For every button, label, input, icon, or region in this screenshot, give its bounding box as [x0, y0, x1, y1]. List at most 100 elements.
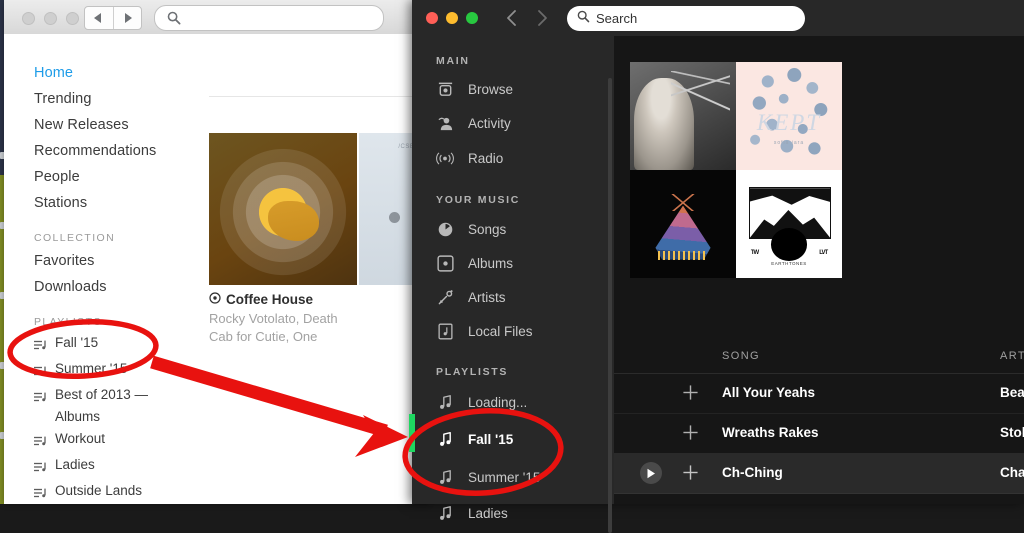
activity-icon	[436, 114, 454, 132]
spotify-search-placeholder: Search	[596, 11, 638, 26]
sidebar-playlist-summer15[interactable]: Summer '15	[34, 358, 209, 384]
close-button[interactable]	[426, 12, 438, 24]
spotify-playlist-label: Ladies	[468, 505, 508, 521]
spotify-search-input[interactable]: Search	[567, 6, 805, 31]
sidebar-scrollbar[interactable]	[608, 78, 612, 533]
featured-album-art[interactable]	[209, 133, 357, 285]
sidebar-item-trending[interactable]: Trending	[34, 86, 209, 112]
spotify-playlist-loading[interactable]: Loading...	[436, 391, 527, 413]
track-song-title: Wreaths Rakes	[722, 425, 819, 440]
column-header-song: SONG	[722, 350, 760, 362]
file-note-icon	[436, 322, 454, 340]
plus-icon[interactable]	[682, 424, 699, 441]
playlist-icon	[34, 388, 47, 410]
sidebar-playlist-workout[interactable]: Workout	[34, 428, 209, 454]
sidebar-playlist-label: Outside Lands '12	[55, 483, 143, 498]
microphone-icon	[436, 288, 454, 306]
sidebar-item-new-releases[interactable]: New Releases	[34, 112, 209, 138]
sidebar-item-activity[interactable]: Activity	[436, 112, 511, 134]
featured-station-title-row: Coffee House	[209, 292, 424, 307]
minimize-button[interactable]	[446, 12, 458, 24]
sidebar-item-recommendations[interactable]: Recommendations	[34, 138, 209, 164]
sidebar-playlist-fall15[interactable]: Fall '15	[34, 332, 209, 358]
moth-art	[630, 170, 736, 278]
sidebar-playlist-label: Summer '15	[55, 361, 128, 376]
table-row[interactable]: Ch-Ching Cha	[614, 453, 1024, 494]
chevron-right-icon[interactable]	[536, 9, 548, 32]
sidebar-item-artists[interactable]: Artists	[436, 286, 506, 308]
table-row[interactable]: All Your Yeahs Bea	[614, 373, 1024, 414]
zoom-button[interactable]	[466, 12, 478, 24]
sidebar-playlist-label: Ladies	[55, 457, 95, 472]
browse-icon	[436, 80, 454, 98]
sidebar-item-label: Albums	[468, 255, 514, 271]
count-your-lucky-stars-art	[630, 62, 736, 170]
track-song-title: All Your Yeahs	[722, 385, 816, 400]
sidebar-item-label: Local Files	[468, 323, 533, 339]
zoom-button[interactable]	[66, 12, 79, 25]
track-artist: Stol	[1000, 425, 1024, 440]
playlist-icon	[34, 458, 47, 480]
background-search-input[interactable]	[154, 5, 384, 31]
sidebar-playlist-ladies[interactable]: Ladies	[34, 454, 209, 480]
sidebar-playlist-outside-lands[interactable]: Outside Lands '12	[34, 480, 209, 504]
play-circle-icon[interactable]	[640, 462, 662, 484]
sidebar-item-favorites[interactable]: Favorites	[34, 248, 209, 274]
background-window-titlebar	[4, 0, 428, 35]
music-note-icon	[436, 393, 454, 411]
sidebar-item-home[interactable]: Home	[34, 60, 209, 86]
sidebar-item-label: Artists	[468, 289, 506, 305]
spotify-main-header: MAIN	[436, 55, 470, 67]
sidebar-item-browse[interactable]: Browse	[436, 78, 513, 100]
spotify-playlist-label: Fall '15	[468, 431, 514, 447]
background-window-body: /CSB87 Coffee House Rocky Votolato, Deat…	[4, 34, 428, 504]
kept-art-title: KEPT	[756, 109, 822, 135]
spotify-your-music-header: YOUR MUSIC	[436, 194, 521, 206]
spotify-window: Search MAIN Browse Activity Radio YOUR M…	[412, 0, 1024, 533]
music-note-icon	[436, 468, 454, 486]
column-header-artist: ART	[1000, 350, 1024, 362]
playlist-icon	[34, 362, 47, 384]
playlist-drop-indicator	[409, 414, 415, 452]
music-note-icon	[436, 504, 454, 522]
sidebar-playlist-label: Best of 2013 — Albums	[55, 387, 149, 424]
featured-station-title: Coffee House	[226, 292, 314, 307]
back-triangle-icon[interactable]	[85, 7, 113, 29]
navigation-buttons[interactable]	[84, 6, 142, 30]
sidebar-playlist-best-of-2013[interactable]: Best of 2013 — Albums	[34, 384, 209, 428]
playlist-artwork-grid: KEPT sofia jara TW LVT EARTHTONES	[630, 62, 842, 278]
track-song-title: Ch-Ching	[722, 465, 783, 480]
table-row[interactable]: Wreaths Rakes Stol	[614, 413, 1024, 454]
sidebar-item-label: Activity	[468, 115, 511, 131]
sidebar-item-people[interactable]: People	[34, 164, 209, 190]
plus-icon[interactable]	[682, 384, 699, 401]
kept-art: KEPT sofia jara	[736, 62, 842, 170]
sidebar-item-stations[interactable]: Stations	[34, 190, 209, 216]
close-button[interactable]	[22, 12, 35, 25]
playlist-icon	[34, 432, 47, 454]
spotify-playlist-fall15[interactable]: Fall '15	[436, 428, 513, 450]
spotify-playlist-summer15[interactable]: Summer '15	[436, 466, 540, 488]
sidebar-item-songs[interactable]: Songs	[436, 218, 506, 240]
chevron-left-icon[interactable]	[506, 9, 518, 32]
spotify-playlists-header: PLAYLISTS	[436, 366, 509, 378]
background-sidebar: Home Trending New Releases Recommendatio…	[34, 60, 209, 504]
sidebar-collection-header: COLLECTION	[34, 232, 116, 244]
track-artist: Cha	[1000, 465, 1024, 480]
search-icon	[577, 10, 590, 28]
spotify-playlist-ladies[interactable]: Ladies	[436, 502, 508, 524]
playlist-icon	[34, 336, 47, 358]
sidebar-item-local-files[interactable]: Local Files	[436, 320, 533, 342]
sidebar-playlist-label: Fall '15	[55, 335, 99, 350]
sidebar-item-albums[interactable]: Albums	[436, 252, 513, 274]
sidebar-item-downloads[interactable]: Downloads	[34, 274, 209, 300]
sidebar-item-radio[interactable]: Radio	[436, 147, 503, 169]
radio-icon	[436, 149, 454, 167]
mountain-circle-art: TW LVT EARTHTONES	[736, 170, 842, 278]
forward-triangle-icon[interactable]	[114, 7, 142, 29]
spotify-playlist-label: Loading...	[468, 394, 528, 410]
spotify-sidebar: MAIN Browse Activity Radio YOUR MUSIC So	[412, 36, 614, 533]
spotify-main-content: KEPT sofia jara TW LVT EARTHTONES PLAYLI…	[614, 36, 1024, 504]
minimize-button[interactable]	[44, 12, 57, 25]
plus-icon[interactable]	[682, 464, 699, 481]
